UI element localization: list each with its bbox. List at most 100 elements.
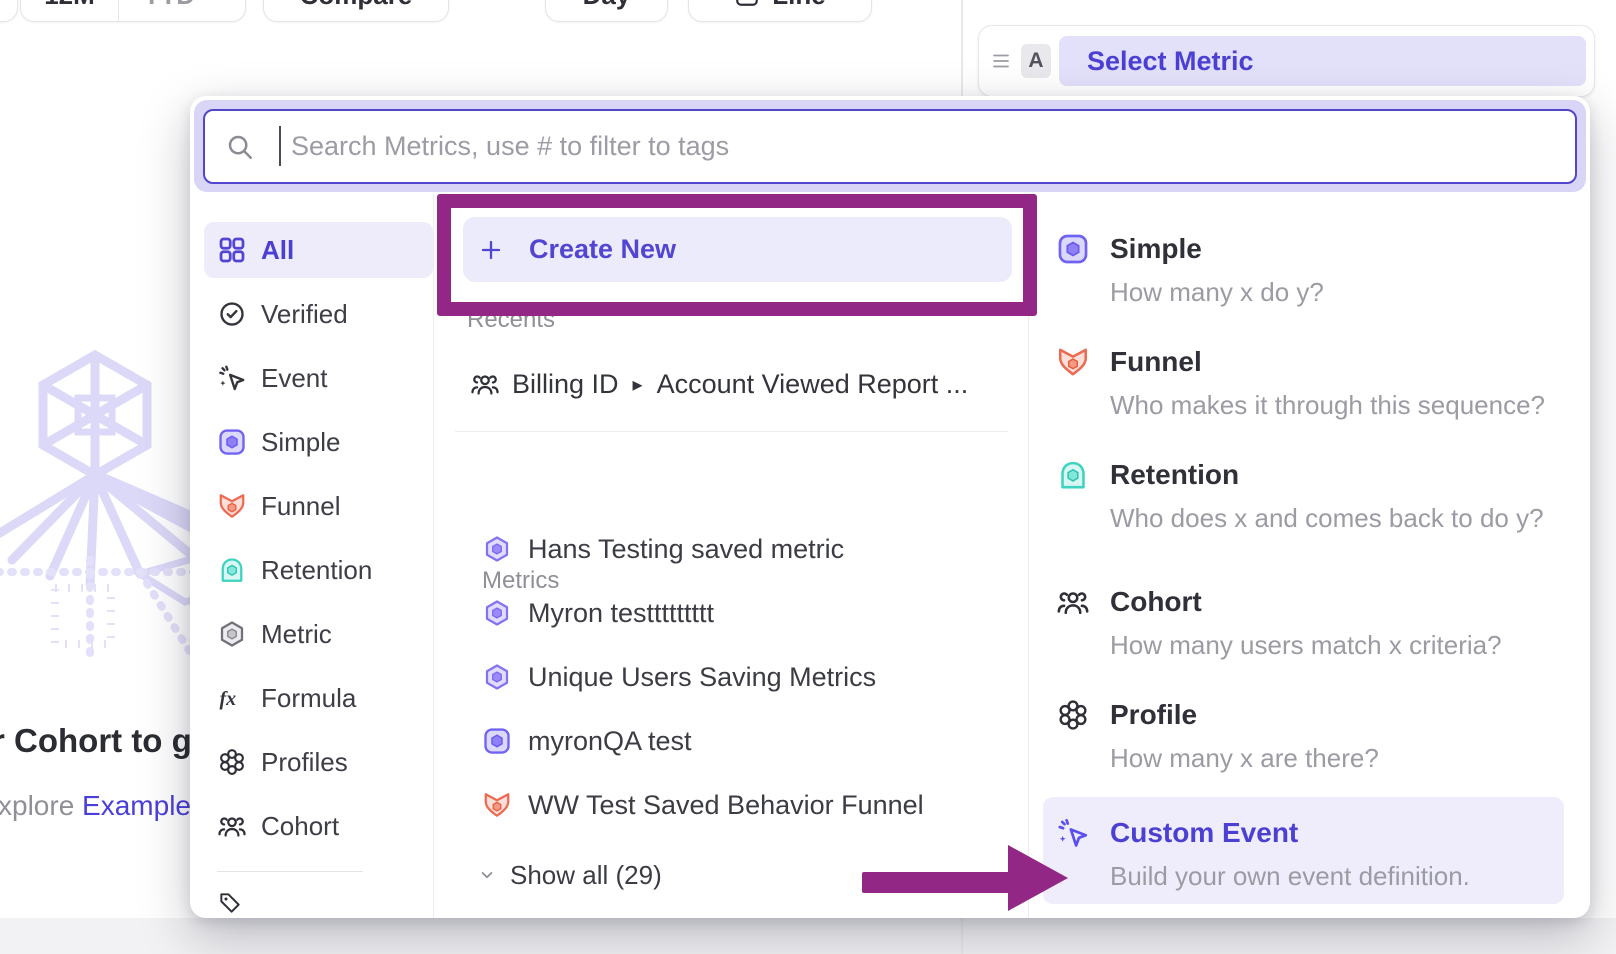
range-ytd-label: YTD (143, 0, 195, 11)
type-desc: How many users match x criteria? (1110, 628, 1502, 662)
type-funnel[interactable]: Funnel Who makes it through this sequenc… (1056, 345, 1576, 422)
simple-metric-icon (482, 726, 512, 756)
create-new-button[interactable]: Create New (463, 217, 1012, 282)
sidebar-item-cohort[interactable]: Cohort (204, 798, 433, 854)
metric-picker-modal: All Verified Event Simple (190, 96, 1590, 918)
sidebar-item-all[interactable]: All (204, 222, 433, 278)
date-range-segment[interactable]: 12M YTD (20, 0, 246, 22)
select-metric-label: Select Metric (1087, 46, 1254, 77)
drag-handle-icon[interactable] (989, 49, 1013, 73)
sidebar-item-label: Cohort (261, 811, 339, 842)
column-divider (1028, 200, 1029, 918)
type-title: Funnel (1110, 345, 1545, 379)
type-title: Profile (1110, 698, 1379, 732)
metric-list-item[interactable]: Myron testtttttttt (482, 593, 714, 633)
cohort-people-icon (217, 811, 247, 841)
type-desc: How many x are there? (1110, 741, 1379, 775)
type-desc: Who makes it through this sequence? (1110, 388, 1545, 422)
type-title: Cohort (1110, 585, 1502, 619)
metric-list-item[interactable]: Hans Testing saved metric (482, 529, 844, 569)
tag-icon (217, 890, 243, 916)
show-all-label: Show all (29) (510, 860, 662, 891)
granularity-day-button[interactable]: Day (545, 0, 668, 22)
sidebar-item-formula[interactable]: fx Formula (204, 670, 433, 726)
event-cursor-icon (217, 363, 247, 393)
funnel-icon (482, 790, 512, 820)
type-title: Custom Event (1110, 816, 1470, 850)
metric-item-label: Myron testtttttttt (528, 598, 714, 629)
saved-metric-icon (482, 662, 512, 692)
grid-icon (217, 235, 247, 265)
verified-badge-icon (217, 299, 247, 329)
line-chart-icon (734, 0, 760, 8)
svg-text:fx: fx (220, 688, 237, 710)
type-title: Retention (1110, 458, 1544, 492)
chart-type-line-button[interactable]: Line (688, 0, 872, 22)
range-12m-label: 12M (44, 0, 95, 11)
page-background-strip (0, 918, 1616, 954)
type-desc: Build your own event definition. (1110, 859, 1470, 893)
funnel-icon (1056, 345, 1090, 379)
search-field[interactable] (203, 109, 1577, 184)
sidebar-item-label: Retention (261, 555, 372, 586)
sidebar-item-label: All (261, 235, 294, 266)
sidebar-item-retention[interactable]: Retention (204, 542, 433, 598)
type-cohort[interactable]: Cohort How many users match x criteria? (1056, 585, 1576, 662)
metric-item-label: WW Test Saved Behavior Funnel (528, 790, 924, 821)
show-all-button[interactable]: Show all (29) (478, 855, 662, 895)
metric-hexagon-icon (217, 619, 247, 649)
search-input[interactable] (205, 111, 1575, 182)
empty-state-headline: r Cohort to ge (0, 722, 210, 760)
metric-item-label: Unique Users Saving Metrics (528, 662, 876, 693)
metric-list-item[interactable]: Unique Users Saving Metrics (482, 657, 876, 697)
sidebar-item-label: Funnel (261, 491, 341, 522)
create-new-label: Create New (529, 234, 676, 265)
type-custom-event[interactable]: Custom Event Build your own event defini… (1056, 816, 1576, 893)
compare-label: Compare (300, 0, 413, 11)
type-simple[interactable]: Simple How many x do y? (1056, 232, 1576, 309)
metric-list-item[interactable]: WW Test Saved Behavior Funnel (482, 785, 924, 825)
sidebar-item-label: Verified (261, 299, 348, 330)
custom-event-icon (1056, 816, 1090, 850)
sidebar-item-funnel[interactable]: Funnel (204, 478, 433, 534)
type-desc: Who does x and comes back to do y? (1110, 501, 1544, 535)
type-profile[interactable]: Profile How many x are there? (1056, 698, 1576, 775)
range-ytd-button[interactable]: YTD (119, 0, 245, 21)
sidebar-item-verified[interactable]: Verified (204, 286, 433, 342)
retention-icon (217, 555, 247, 585)
sidebar-divider (433, 194, 434, 918)
chevron-down-icon (478, 866, 496, 884)
range-12m-button[interactable]: 12M (21, 0, 118, 21)
cohort-people-icon (1056, 585, 1090, 619)
funnel-icon (217, 491, 247, 521)
line-label: Line (772, 0, 825, 11)
explore-prefix: xplore (0, 790, 82, 821)
saved-metric-icon (482, 534, 512, 564)
sidebar-item-metric[interactable]: Metric (204, 606, 433, 662)
sidebar-item-label: Event (261, 363, 328, 394)
formula-fx-icon: fx (217, 683, 247, 713)
metric-item-label: myronQA test (528, 726, 692, 757)
simple-metric-icon (1056, 232, 1090, 266)
sidebar-item-profiles[interactable]: Profiles (204, 734, 433, 790)
type-retention[interactable]: Retention Who does x and comes back to d… (1056, 458, 1576, 535)
chevron-down-icon (203, 0, 221, 4)
sidebar-item-event[interactable]: Event (204, 350, 433, 406)
saved-metric-icon (482, 598, 512, 628)
metric-row-card: A Select Metric (978, 25, 1595, 97)
recent-item-secondary: Account Viewed Report ... (657, 369, 969, 400)
app-window: 12M YTD Compare Day Line A Select Metric (0, 0, 1616, 954)
simple-metric-icon (217, 427, 247, 457)
compare-button[interactable]: Compare (263, 0, 449, 22)
sidebar-item-label: Formula (261, 683, 356, 714)
sidebar-item-clipped[interactable] (217, 890, 243, 918)
recent-item[interactable]: Billing ID ▸ Account Viewed Report ... (470, 364, 968, 404)
select-metric-chip[interactable]: Select Metric (1059, 36, 1586, 86)
sidebar-item-simple[interactable]: Simple (204, 414, 433, 470)
day-label: Day (583, 0, 631, 11)
toolbar-prev-button[interactable] (0, 0, 18, 22)
metric-row-badge: A (1021, 44, 1051, 78)
recents-section-label: Recents (467, 306, 555, 334)
metric-list-item[interactable]: myronQA test (482, 721, 692, 761)
type-desc: How many x do y? (1110, 275, 1324, 309)
